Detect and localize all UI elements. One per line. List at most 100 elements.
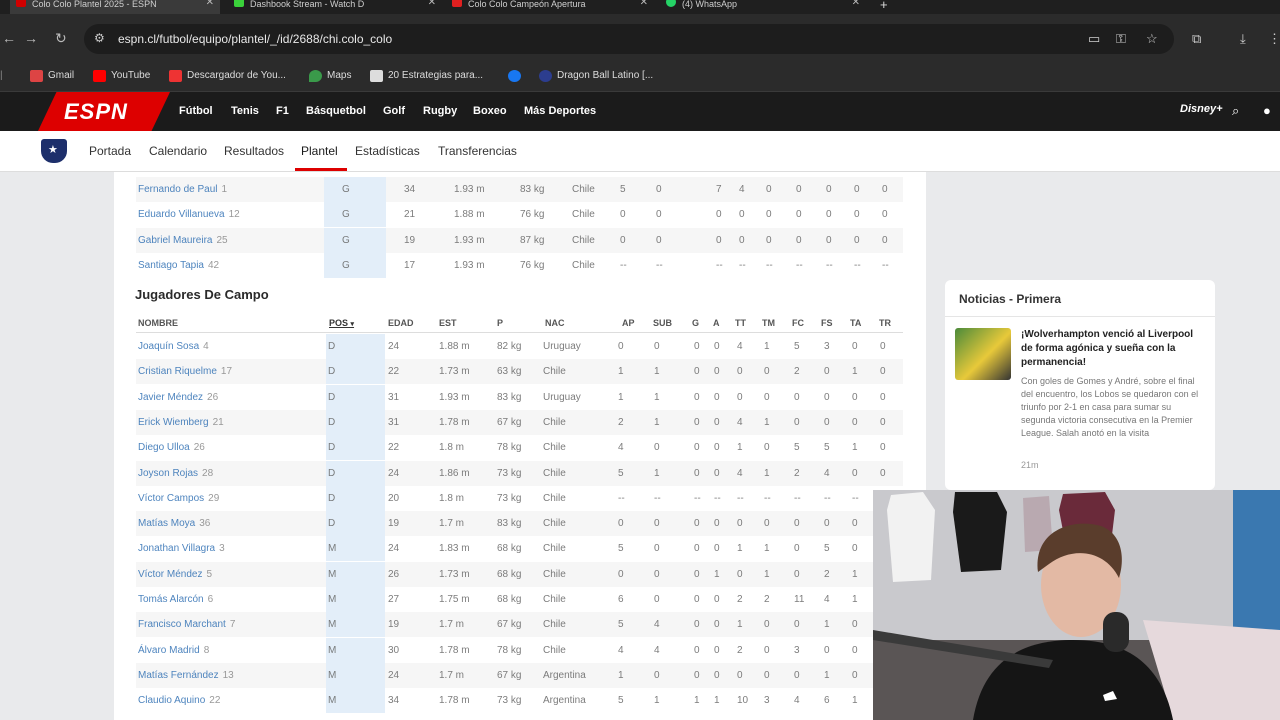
col-header-nombre[interactable]: NOMBRE: [138, 318, 178, 328]
player-link[interactable]: Álvaro Madrid 8: [138, 645, 209, 656]
tab-plantel[interactable]: Plantel: [301, 144, 338, 158]
browser-tab[interactable]: Dashbook Stream - Watch D ✕: [228, 0, 442, 14]
player-name[interactable]: Claudio Aquino: [138, 695, 205, 706]
col-header-nac[interactable]: NAC: [545, 318, 565, 328]
bookmark-maps[interactable]: Maps: [309, 70, 351, 82]
address-bar[interactable]: ⚙ espn.cl/futbol/equipo/plantel/_/id/268…: [84, 24, 1174, 54]
player-link[interactable]: Joaquín Sosa 4: [138, 341, 209, 352]
player-name[interactable]: Erick Wiemberg: [138, 417, 209, 428]
player-name[interactable]: Fernando de Paul: [138, 184, 218, 195]
nav-futbol[interactable]: Fútbol: [179, 105, 213, 117]
disney-plus-logo[interactable]: Disney+: [1180, 103, 1223, 115]
nav-tenis[interactable]: Tenis: [231, 105, 259, 117]
player-name[interactable]: Gabriel Maureira: [138, 235, 212, 246]
player-link[interactable]: Francisco Marchant 7: [138, 619, 235, 630]
address-url[interactable]: espn.cl/futbol/equipo/plantel/_/id/2688/…: [118, 32, 392, 46]
espn-logo[interactable]: ESPN: [38, 92, 170, 131]
player-link[interactable]: Javier Méndez 26: [138, 392, 218, 403]
download-icon[interactable]: ⤓: [1240, 31, 1246, 47]
colo-colo-crest-icon[interactable]: ★: [41, 139, 67, 163]
tab-transferencias[interactable]: Transferencias: [438, 144, 517, 158]
nav-golf[interactable]: Golf: [383, 105, 405, 117]
player-link[interactable]: Tomás Alarcón 6: [138, 594, 213, 605]
password-key-icon[interactable]: ⚿: [1116, 31, 1126, 47]
tab-calendario[interactable]: Calendario: [149, 144, 207, 158]
player-link[interactable]: Víctor Campos 29: [138, 493, 219, 504]
nav-rugby[interactable]: Rugby: [423, 105, 457, 117]
player-name[interactable]: Matías Fernández: [138, 670, 219, 681]
nav-basquetbol[interactable]: Básquetbol: [306, 105, 366, 117]
back-icon[interactable]: ←: [2, 30, 16, 46]
player-name[interactable]: Cristian Riquelme: [138, 366, 217, 377]
user-account-icon[interactable]: ●: [1263, 103, 1271, 118]
bookmark-gmail[interactable]: Gmail: [30, 70, 74, 82]
player-name[interactable]: Diego Ulloa: [138, 442, 190, 453]
news-thumbnail[interactable]: [955, 328, 1011, 380]
cast-icon[interactable]: ▭: [1088, 31, 1100, 47]
col-header-fc[interactable]: FC: [792, 318, 804, 328]
bookmark-dragonball[interactable]: Dragon Ball Latino [...: [539, 70, 653, 82]
browser-tab[interactable]: Colo Colo Campeón Apertura ✕: [446, 0, 654, 14]
news-headline[interactable]: ¡Wolverhampton venció al Liverpool de fo…: [1021, 328, 1205, 370]
close-icon[interactable]: ✕: [640, 0, 648, 8]
close-icon[interactable]: ✕: [206, 0, 214, 8]
tab-estadisticas[interactable]: Estadísticas: [355, 144, 420, 158]
player-name[interactable]: Joaquín Sosa: [138, 341, 199, 352]
player-name[interactable]: Javier Méndez: [138, 392, 203, 403]
player-link[interactable]: Matías Moya 36: [138, 518, 210, 529]
bookmark-star-icon[interactable]: ☆: [1146, 31, 1158, 47]
site-settings-icon[interactable]: ⚙: [94, 31, 105, 45]
bookmark-youtube[interactable]: YouTube: [93, 70, 150, 82]
player-name[interactable]: Víctor Méndez: [138, 569, 202, 580]
col-header-tt[interactable]: TT: [735, 318, 746, 328]
player-link[interactable]: Matías Fernández 13: [138, 670, 234, 681]
player-link[interactable]: Eduardo Villanueva 12: [138, 209, 240, 220]
player-link[interactable]: Gabriel Maureira 25: [138, 235, 228, 246]
col-header-tr[interactable]: TR: [879, 318, 891, 328]
bookmark-estrategias[interactable]: 20 Estrategias para...: [370, 70, 483, 82]
player-name[interactable]: Santiago Tapia: [138, 260, 204, 271]
new-tab-icon[interactable]: +: [880, 0, 888, 12]
player-link[interactable]: Diego Ulloa 26: [138, 442, 205, 453]
player-link[interactable]: Santiago Tapia 42: [138, 260, 219, 271]
nav-boxeo[interactable]: Boxeo: [473, 105, 507, 117]
tab-resultados[interactable]: Resultados: [224, 144, 284, 158]
bookmark-descargador[interactable]: Descargador de You...: [169, 70, 286, 82]
close-icon[interactable]: ✕: [428, 0, 436, 8]
player-link[interactable]: Cristian Riquelme 17: [138, 366, 232, 377]
player-name[interactable]: Matías Moya: [138, 518, 195, 529]
col-header-fs[interactable]: FS: [821, 318, 833, 328]
reload-icon[interactable]: ↻: [55, 30, 67, 47]
player-name[interactable]: Joyson Rojas: [138, 468, 198, 479]
col-header-a[interactable]: A: [713, 318, 720, 328]
player-name[interactable]: Jonathan Villagra: [138, 543, 215, 554]
player-name[interactable]: Francisco Marchant: [138, 619, 226, 630]
player-name[interactable]: Eduardo Villanueva: [138, 209, 225, 220]
player-link[interactable]: Jonathan Villagra 3: [138, 543, 225, 554]
player-link[interactable]: Erick Wiemberg 21: [138, 417, 224, 428]
col-header-sub[interactable]: SUB: [653, 318, 672, 328]
col-header-est[interactable]: EST: [439, 318, 457, 328]
player-link[interactable]: Víctor Méndez 5: [138, 569, 212, 580]
browser-tab[interactable]: Colo Colo Plantel 2025 - ESPN ✕: [10, 0, 220, 14]
col-header-edad[interactable]: EDAD: [388, 318, 414, 328]
tab-portada[interactable]: Portada: [89, 144, 131, 158]
nav-f1[interactable]: F1: [276, 105, 289, 117]
nav-mas-deportes[interactable]: Más Deportes: [524, 105, 596, 117]
player-link[interactable]: Claudio Aquino 22: [138, 695, 220, 706]
extensions-icon[interactable]: ⧉: [1192, 31, 1201, 47]
col-header-tm[interactable]: TM: [762, 318, 775, 328]
col-header-p[interactable]: P: [497, 318, 503, 328]
player-name[interactable]: Víctor Campos: [138, 493, 204, 504]
player-name[interactable]: Tomás Alarcón: [138, 594, 204, 605]
col-header-g[interactable]: G: [692, 318, 699, 328]
search-icon[interactable]: ⌕: [1232, 103, 1239, 119]
browser-tab[interactable]: (4) WhatsApp ✕: [660, 0, 866, 14]
col-header-pos[interactable]: POS ▾: [329, 318, 354, 328]
player-name[interactable]: Álvaro Madrid: [138, 645, 200, 656]
col-header-ta[interactable]: TA: [850, 318, 861, 328]
menu-icon[interactable]: ⋮: [1268, 31, 1280, 47]
player-link[interactable]: Joyson Rojas 28: [138, 468, 213, 479]
close-icon[interactable]: ✕: [852, 0, 860, 8]
player-link[interactable]: Fernando de Paul 1: [138, 184, 227, 195]
